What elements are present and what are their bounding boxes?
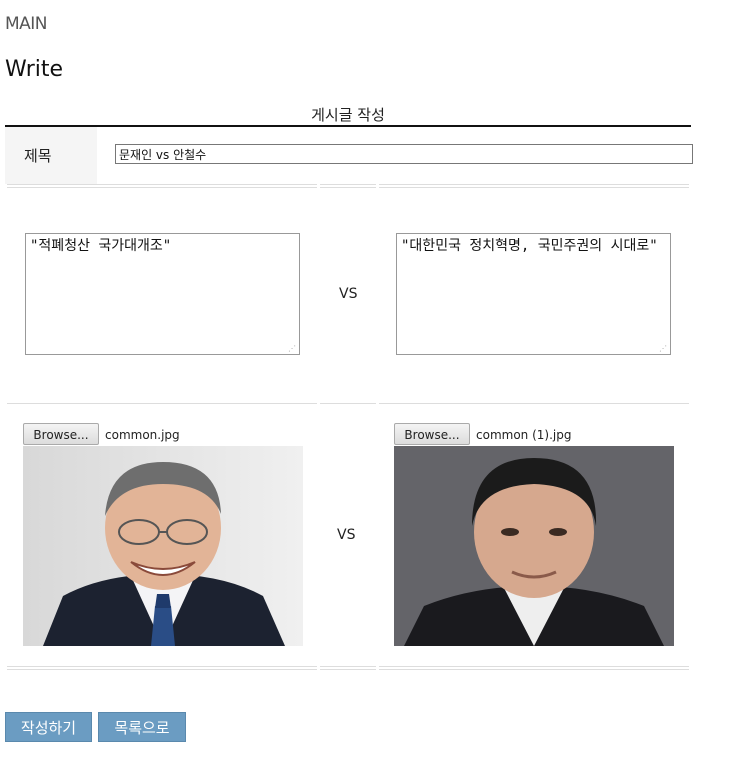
submit-button[interactable]: 작성하기 (5, 712, 92, 742)
row-divider (320, 669, 376, 670)
title-input[interactable] (115, 144, 693, 164)
left-file-name: common.jpg (105, 428, 180, 442)
row-divider (379, 669, 689, 670)
resize-grip-icon[interactable]: ⋰ (288, 344, 297, 353)
vs-label: VS (339, 286, 358, 302)
title-row: 제목 (5, 127, 693, 184)
row-divider (320, 403, 376, 404)
right-candidate-photo (394, 446, 674, 646)
right-file-name: common (1).jpg (476, 428, 572, 442)
row-divider (7, 187, 317, 188)
title-label-cell: 제목 (5, 127, 97, 184)
title-label: 제목 (24, 147, 52, 165)
row-divider (320, 187, 376, 188)
left-slogan-textarea[interactable]: "적폐청산 국가대개조" (25, 233, 300, 355)
back-to-list-button[interactable]: 목록으로 (98, 712, 186, 742)
row-divider (7, 403, 317, 404)
row-divider (379, 403, 689, 404)
row-divider (379, 184, 689, 185)
right-browse-button[interactable]: Browse... (394, 423, 470, 445)
page-title: Write (5, 57, 64, 82)
row-divider (7, 669, 317, 670)
left-candidate-photo (23, 446, 303, 646)
row-divider (320, 666, 376, 667)
row-divider (320, 184, 376, 185)
form-caption: 게시글 작성 (311, 106, 385, 124)
right-slogan-textarea[interactable]: "대한민국 정치혁명, 국민주권의 시대로" (396, 233, 671, 355)
row-divider (379, 187, 689, 188)
row-divider (379, 666, 689, 667)
vs-label: VS (337, 527, 356, 543)
row-divider (7, 184, 317, 185)
row-divider (7, 666, 317, 667)
main-nav-link[interactable]: MAIN (5, 14, 48, 34)
left-browse-button[interactable]: Browse... (23, 423, 99, 445)
resize-grip-icon[interactable]: ⋰ (659, 344, 668, 353)
